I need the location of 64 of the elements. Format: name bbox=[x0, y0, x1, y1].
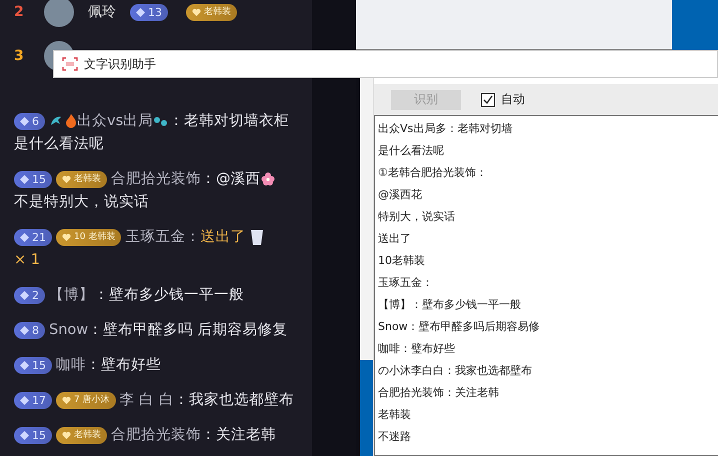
flame-icon bbox=[65, 114, 77, 128]
chat-message: 15 老韩装 合肥拾光装饰：关注老韩 bbox=[14, 424, 298, 447]
diamond-icon bbox=[20, 326, 29, 335]
droplets-icon bbox=[153, 115, 170, 128]
chat-message: 6 出众vs出局 ：老韩对切墙衣柜是什么看法呢 bbox=[14, 112, 290, 154]
chat-message: 2 【博】：壁布多少钱一平一般 bbox=[14, 284, 298, 307]
level-badge: 15 bbox=[14, 426, 52, 444]
heart-icon bbox=[62, 396, 71, 405]
chat-message: 15 老韩装 合肥拾光装饰：@溪西 不是特别大，说实话 bbox=[14, 168, 298, 214]
level-badge: 13 bbox=[130, 4, 168, 20]
window-title: 文字识别助手 bbox=[84, 56, 156, 72]
level-badge: 8 bbox=[14, 322, 45, 339]
diamond-icon bbox=[20, 430, 29, 440]
result-line: の小沐李白白：我家也选都壁布 bbox=[378, 363, 533, 379]
fan-badge: 老韩装 bbox=[186, 4, 237, 20]
fan-badge: 老韩装 bbox=[56, 426, 107, 444]
diamond-icon bbox=[20, 360, 29, 370]
check-icon bbox=[483, 94, 493, 104]
accent-panel bbox=[672, 0, 718, 50]
gift-cup-icon bbox=[249, 228, 266, 246]
result-line: 咖啡：璧布好些 bbox=[378, 341, 456, 357]
result-line: 【博】：壁布多少钱一平一般 bbox=[378, 297, 522, 313]
heart-icon bbox=[192, 8, 201, 16]
result-line: 不迷路 bbox=[378, 429, 412, 445]
result-line: 10老韩装 bbox=[378, 253, 426, 269]
level-badge: 15 bbox=[14, 170, 52, 188]
diamond-icon bbox=[20, 290, 29, 300]
diamond-icon bbox=[20, 396, 29, 405]
heart-icon bbox=[62, 430, 71, 440]
diamond-icon bbox=[20, 174, 29, 184]
user-name: 佩玲 bbox=[88, 4, 116, 20]
fan-badge: 10 老韩装 bbox=[56, 228, 122, 246]
rank-number: 3 bbox=[14, 48, 25, 64]
level-badge: 17 bbox=[14, 392, 52, 409]
diamond-icon bbox=[20, 232, 29, 242]
result-line: 玉琢五金： bbox=[378, 275, 434, 291]
result-line: 出众Vs出局多：老韩对切墙 bbox=[378, 121, 514, 137]
result-text-area[interactable]: 出众Vs出局多：老韩对切墙 是什么看法呢 ①老韩合肥拾光装饰： @溪西花 特别大，说实话 送出了 10老韩装 玉琢五金： 【博】：壁布多少钱一平一般 Snow：壁布甲醛多吗后期容易修 咖啡：璧布好些 の小沐李白白：我家也选都壁布 合肥拾光装饰：关注老韩 老韩装 不迷路 bbox=[374, 115, 718, 456]
gift-message: 21 10 老韩装 玉琢五金：送出了 × 1 bbox=[14, 226, 298, 272]
result-line: 送出了 bbox=[378, 231, 412, 247]
result-line: ①老韩合肥拾光装饰： bbox=[378, 165, 488, 181]
diamond-icon bbox=[20, 116, 29, 126]
heart-icon bbox=[62, 232, 71, 242]
diamond-icon bbox=[136, 8, 145, 16]
ocr-logo-icon bbox=[62, 57, 78, 71]
fan-badge: 7 唐小沐 bbox=[56, 392, 116, 409]
heart-icon bbox=[62, 174, 71, 184]
fan-badge: 老韩装 bbox=[56, 170, 107, 188]
result-line: 合肥拾光装饰：关注老韩 bbox=[378, 385, 500, 401]
result-line: Snow：壁布甲醛多吗后期容易修 bbox=[378, 319, 541, 335]
result-line: 是什么看法呢 bbox=[378, 143, 445, 159]
level-badge: 21 bbox=[14, 228, 52, 246]
level-badge: 15 bbox=[14, 356, 52, 374]
result-line: @溪西花 bbox=[378, 187, 423, 203]
chat-message: 15 咖啡：壁布好些 bbox=[14, 354, 298, 377]
rank-number: 2 bbox=[14, 4, 25, 20]
result-line: 老韩装 bbox=[378, 407, 412, 423]
result-line: 特别大，说实话 bbox=[378, 209, 456, 225]
chat-message: 17 7 唐小沐 李 白 白：我家也选都壁布 bbox=[14, 389, 298, 412]
avatar bbox=[44, 0, 74, 27]
level-badge: 2 bbox=[14, 286, 45, 304]
chat-message: 8 Snow：壁布甲醛多吗 后期容易修复 bbox=[14, 319, 298, 342]
level-badge: 6 bbox=[14, 112, 45, 130]
auto-checkbox[interactable]: 自动 bbox=[481, 91, 525, 108]
